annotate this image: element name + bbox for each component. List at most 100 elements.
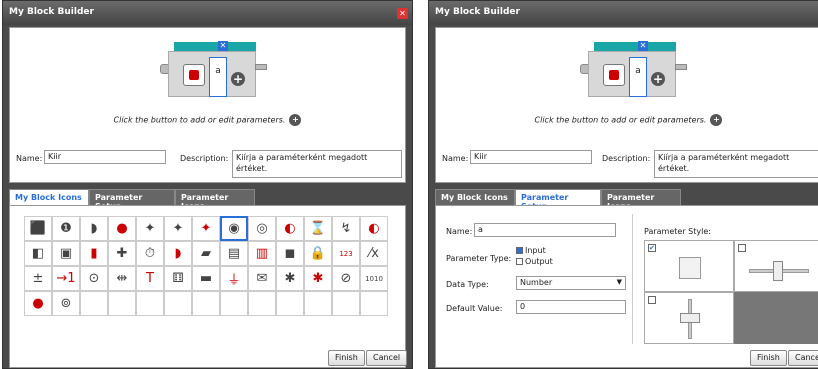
cancel-button[interactable]: Cancel: [366, 350, 408, 366]
icon-cell[interactable]: ◐: [360, 216, 388, 241]
icon-cell[interactable]: ▤: [220, 241, 248, 266]
style-option-vertical-slider[interactable]: [644, 292, 734, 344]
icon-cell[interactable]: [136, 291, 164, 316]
block-icon: ◗: [174, 246, 182, 261]
tab-parameter-icons[interactable]: Parameter Icons: [175, 189, 255, 211]
icon-cell[interactable]: ▥: [248, 241, 276, 266]
icon-cell[interactable]: ⚅: [164, 266, 192, 291]
icon-cell[interactable]: ⏚: [220, 266, 248, 291]
icon-cell[interactable]: [276, 291, 304, 316]
checkbox-icon: [738, 244, 746, 252]
empty-style-slot: [734, 292, 818, 344]
icon-cell[interactable]: [332, 291, 360, 316]
icon-cell[interactable]: [108, 291, 136, 316]
close-icon[interactable]: ✕: [397, 8, 408, 19]
icon-cell[interactable]: [248, 291, 276, 316]
icon-cell[interactable]: ±: [24, 266, 52, 291]
icon-cell[interactable]: ◉: [220, 216, 248, 241]
name-label: Name:: [16, 154, 43, 163]
tab-parameter-setup[interactable]: Parameter Setup: [89, 189, 175, 211]
description-label: Description:: [180, 154, 229, 163]
icon-cell[interactable]: ⇹: [108, 266, 136, 291]
icon-cell[interactable]: ●: [24, 291, 52, 316]
icon-cell[interactable]: ❶: [52, 216, 80, 241]
radio-output[interactable]: Output: [516, 257, 553, 266]
icon-cell[interactable]: ◼: [276, 241, 304, 266]
icon-cell[interactable]: →1: [52, 266, 80, 291]
tab-parameter-setup[interactable]: Parameter Setup: [515, 189, 601, 211]
block-icon: 🔒: [309, 246, 327, 261]
window-title: My Block Builder: [429, 1, 818, 25]
name-input[interactable]: Kiir: [44, 150, 166, 164]
name-input[interactable]: Kiir: [470, 150, 592, 164]
divider: [632, 214, 633, 344]
icon-cell[interactable]: ◗: [80, 216, 108, 241]
block-icon: ✦: [172, 221, 184, 236]
radio-input[interactable]: Input: [516, 246, 546, 255]
delete-param-icon[interactable]: ✕: [638, 41, 648, 51]
block-icon: ▤: [227, 246, 241, 261]
add-param-button[interactable]: +: [651, 72, 665, 86]
icon-cell[interactable]: ⌛: [304, 216, 332, 241]
icon-cell[interactable]: ◐: [276, 216, 304, 241]
icon-cell[interactable]: ⊙: [80, 266, 108, 291]
icon-cell[interactable]: ◎: [248, 216, 276, 241]
icon-cell[interactable]: ▬: [192, 266, 220, 291]
icon-cell[interactable]: [304, 291, 332, 316]
icon-cell[interactable]: ↯: [332, 216, 360, 241]
icon-cell[interactable]: ✦: [136, 216, 164, 241]
param-slot[interactable]: a: [209, 57, 227, 97]
icon-cell[interactable]: 1010: [360, 266, 388, 291]
block-icon: ◐: [284, 221, 296, 236]
icon-cell[interactable]: [164, 291, 192, 316]
icon-cell[interactable]: ●: [108, 216, 136, 241]
icon-cell[interactable]: ✉: [248, 266, 276, 291]
block-icon: ⏱: [144, 246, 156, 261]
icon-cell[interactable]: [220, 291, 248, 316]
description-input[interactable]: Kiírja a paraméterként megadott értéket.: [232, 150, 402, 178]
finish-button[interactable]: Finish: [750, 350, 787, 366]
description-input[interactable]: Kiírja a paraméterként megadott értéket.: [654, 150, 818, 178]
icon-cell[interactable]: ✦: [192, 216, 220, 241]
icon-cell[interactable]: ◧: [24, 241, 52, 266]
param-slot[interactable]: a: [629, 57, 647, 97]
icon-cell[interactable]: ✱: [304, 266, 332, 291]
icon-cell[interactable]: [360, 291, 388, 316]
block-preview-panel: ✕ a + Click the button to add or edit pa…: [435, 27, 818, 183]
icon-cell[interactable]: ⏱: [136, 241, 164, 266]
icon-grid-panel: ⬛ ❶ ◗ ● ✦ ✦ ✦ ◉ ◎ ◐ ⌛ ↯ ◐ ◧ ▣ ▮ ✚ ⏱ ◗ ▰ ▤ ▥ ◼ 🔒 123 ⁄x ± →1 ⊙ ⇹ T ⚅ ▬ ⏚ ✉ ✱…: [9, 205, 408, 368]
icon-cell[interactable]: ✱: [276, 266, 304, 291]
style-option-horizontal-slider[interactable]: [734, 240, 818, 292]
add-param-button[interactable]: +: [231, 72, 245, 86]
icon-cell[interactable]: 🔒: [304, 241, 332, 266]
block-icon: ⊙: [88, 271, 100, 286]
icon-cell[interactable]: [192, 291, 220, 316]
icon-cell[interactable]: ▰: [192, 241, 220, 266]
tab-my-block-icons[interactable]: My Block Icons: [9, 189, 89, 205]
icon-cell[interactable]: [80, 291, 108, 316]
block-icon: ▥: [255, 246, 269, 261]
tab-bar: My Block Icons Parameter Setup Parameter…: [435, 189, 818, 211]
icon-cell[interactable]: ▮: [80, 241, 108, 266]
param-name-input[interactable]: a: [474, 223, 616, 237]
delete-param-icon[interactable]: ✕: [218, 41, 228, 51]
icon-cell[interactable]: ⊘: [332, 266, 360, 291]
tab-my-block-icons[interactable]: My Block Icons: [435, 189, 515, 205]
finish-button[interactable]: Finish: [328, 350, 365, 366]
tab-parameter-icons[interactable]: Parameter Icons: [601, 189, 681, 211]
data-type-select[interactable]: Number ▼: [516, 276, 626, 290]
icon-cell[interactable]: ✦: [164, 216, 192, 241]
checkbox-checked-icon: ✔: [648, 244, 656, 252]
default-value-input[interactable]: 0: [516, 300, 626, 314]
icon-cell[interactable]: ▣: [52, 241, 80, 266]
icon-cell[interactable]: ◗: [164, 241, 192, 266]
icon-cell[interactable]: T: [136, 266, 164, 291]
icon-cell[interactable]: ✚: [108, 241, 136, 266]
parameter-setup-panel: Name: a Parameter Type: Input Output Dat…: [435, 205, 818, 368]
cancel-button[interactable]: Cancel: [788, 350, 818, 366]
icon-cell[interactable]: 123: [332, 241, 360, 266]
icon-cell[interactable]: ⬛: [24, 216, 52, 241]
icon-cell[interactable]: ⁄x: [360, 241, 388, 266]
icon-cell[interactable]: ⊚: [52, 291, 80, 316]
style-option-plug[interactable]: ✔: [644, 240, 734, 292]
